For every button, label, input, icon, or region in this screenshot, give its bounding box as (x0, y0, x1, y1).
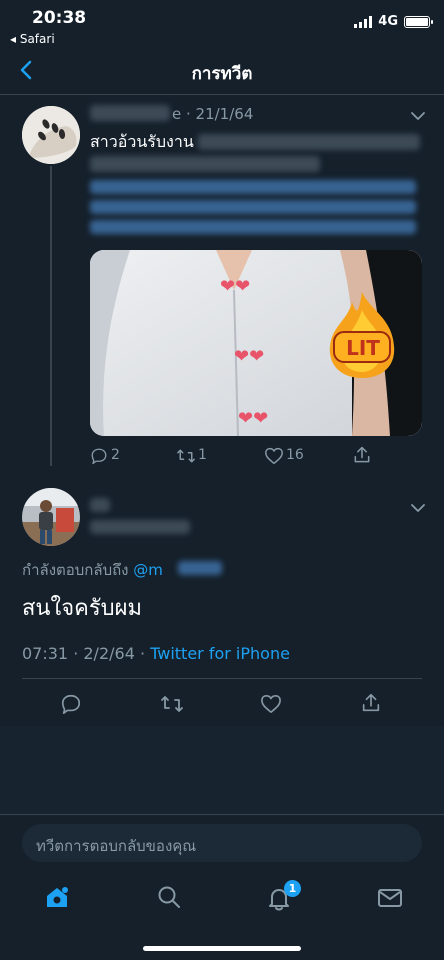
composer-divider (0, 814, 444, 815)
replying-to-label: กำลังตอบกลับถึง (22, 561, 129, 579)
like-count: 16 (286, 447, 304, 463)
heart-button-decoration: ❤❤ (238, 408, 269, 429)
heart-button-decoration: ❤❤ (234, 346, 265, 367)
share-icon[interactable] (360, 692, 382, 714)
lit-fire-sticker: LIT (322, 290, 402, 380)
reply-tweet-text: สนใจครับผม (22, 596, 142, 621)
header-divider (0, 94, 444, 95)
retweet-icon[interactable] (176, 447, 196, 465)
tweet-media-image[interactable]: ❤❤ ❤❤ ❤❤ LIT (90, 250, 422, 436)
tweet-timestamp: 07:31 · 2/2/64 · Twitter for iPhone (22, 644, 290, 663)
replying-to: กำลังตอบกลับถึง @m (22, 558, 163, 582)
status-indicators: 4G (354, 14, 433, 29)
tweet-source-link[interactable]: Twitter for iPhone (150, 644, 290, 663)
search-icon[interactable] (156, 884, 182, 910)
page-title: การทวีต (191, 64, 253, 84)
tweet-date: · 21/1/64 (186, 105, 254, 123)
like-icon[interactable] (260, 694, 282, 714)
avatar[interactable] (22, 106, 80, 164)
empty-area (0, 726, 444, 816)
back-to-app-link[interactable]: ◂ Safari (10, 32, 55, 46)
replying-to-mention[interactable]: @m (133, 561, 163, 579)
reply-count: 2 (111, 447, 120, 463)
messages-icon[interactable] (377, 886, 403, 910)
retweet-icon[interactable] (160, 693, 184, 715)
reply-icon[interactable] (60, 693, 82, 715)
handle-suffix: e (172, 105, 182, 123)
tweet-text-redacted (198, 134, 420, 150)
signal-icon (354, 15, 373, 28)
notification-badge: 1 (284, 880, 301, 897)
reply-input-placeholder: ทวีตการตอบกลับของคุณ (36, 837, 197, 855)
like-icon[interactable] (264, 447, 284, 465)
reply-icon[interactable] (90, 447, 108, 465)
heart-button-decoration: ❤❤ (220, 276, 251, 297)
status-time: 20:38 (32, 8, 87, 28)
home-icon[interactable] (44, 884, 70, 910)
lit-sticker-text: LIT (346, 336, 380, 360)
tweet-text: สาวอ้วนรับงาน (90, 132, 194, 151)
battery-icon (404, 15, 433, 28)
chevron-down-icon[interactable] (410, 502, 426, 514)
chevron-down-icon[interactable] (410, 110, 426, 122)
tweet-link-redacted (90, 200, 416, 214)
display-name-redacted (90, 105, 170, 121)
tweet-link-redacted (90, 220, 416, 234)
tweet-text-redacted (90, 156, 320, 172)
display-name-redacted (90, 498, 110, 512)
retweet-count: 1 (198, 447, 207, 463)
home-indicator (143, 946, 301, 951)
share-icon[interactable] (352, 445, 372, 465)
handle-redacted (90, 520, 190, 534)
mention-redacted (178, 561, 222, 575)
tweet-time: 07:31 · 2/2/64 · (22, 644, 151, 663)
thread-connector-line (50, 166, 52, 466)
avatar[interactable] (22, 488, 80, 546)
network-type: 4G (378, 14, 398, 29)
tweet-link-redacted (90, 180, 416, 194)
timestamp-divider (22, 678, 422, 679)
